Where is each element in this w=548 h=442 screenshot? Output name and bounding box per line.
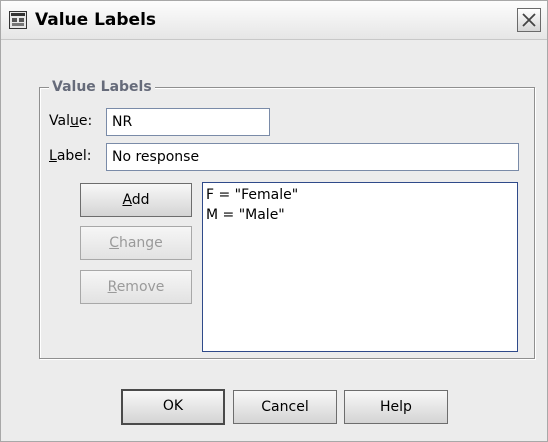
group-legend: Value Labels (49, 77, 155, 97)
value-input[interactable] (106, 108, 270, 136)
add-button[interactable]: Add (80, 183, 192, 217)
value-label: Value: (49, 111, 92, 131)
remove-mnemonic: R (107, 279, 117, 295)
close-icon (522, 13, 536, 27)
label-label-mnemonic: L (49, 148, 57, 164)
add-rest: dd (131, 192, 150, 208)
value-label-post: e: (78, 113, 93, 129)
dialog-title: Value Labels (35, 10, 157, 30)
dialog-app-icon (9, 11, 27, 29)
remove-button[interactable]: Remove (80, 270, 192, 304)
value-labels-list[interactable]: F = "Female" M = "Male" (202, 182, 518, 352)
label-label: Label: (49, 146, 92, 166)
value-label-pre: Val (49, 113, 70, 129)
value-label-mnemonic: u (69, 113, 79, 129)
close-button[interactable] (517, 8, 541, 32)
label-input[interactable] (106, 143, 519, 171)
ok-button[interactable]: OK (121, 389, 225, 425)
label-label-post: abel: (56, 148, 92, 164)
change-rest: hange (118, 235, 163, 251)
list-item[interactable]: F = "Female" (206, 185, 514, 205)
value-labels-dialog: Value Labels Value Labels Value: Label: … (0, 0, 548, 442)
remove-rest: emove (116, 279, 165, 295)
title-bar[interactable]: Value Labels (1, 1, 547, 40)
list-item[interactable]: M = "Male" (206, 205, 514, 225)
help-button[interactable]: Help (344, 390, 448, 424)
change-button[interactable]: Change (80, 226, 192, 260)
cancel-button[interactable]: Cancel (233, 390, 337, 424)
add-mnemonic: A (122, 192, 132, 208)
change-mnemonic: C (109, 235, 119, 251)
